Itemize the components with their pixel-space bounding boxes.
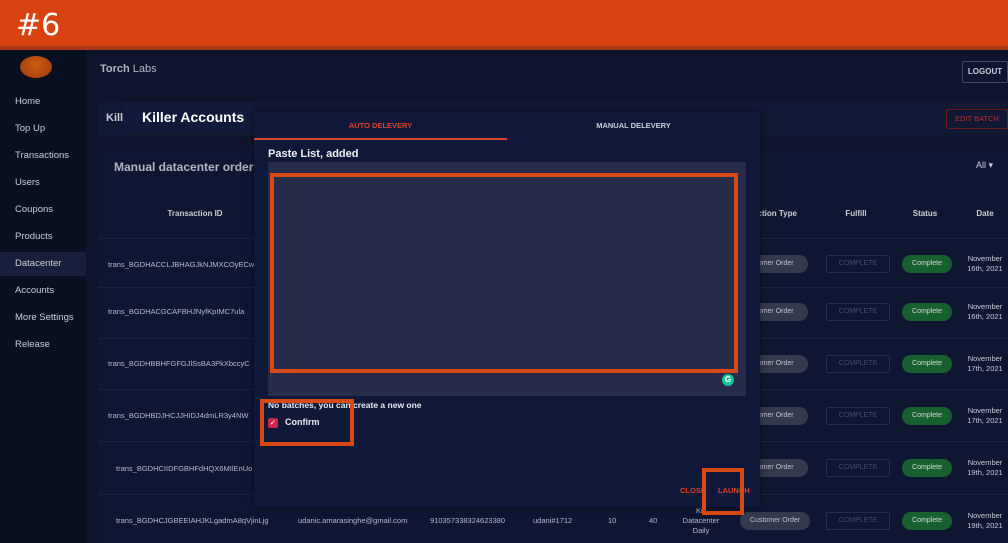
- highlight-paste-area: [270, 173, 738, 373]
- paste-list-label: Paste List, added: [268, 148, 359, 160]
- modal-heading: Killer Accounts: [142, 109, 245, 125]
- step-number: #6: [16, 8, 61, 43]
- tab-manual-delivery[interactable]: MANUAL DELEVERY: [507, 112, 760, 140]
- highlight-launch: [702, 468, 744, 515]
- modal-heading-container: Killer Accounts: [124, 102, 254, 132]
- grammarly-icon[interactable]: G: [722, 374, 734, 386]
- highlight-confirm: [260, 399, 354, 446]
- step-banner: #6: [0, 0, 1008, 48]
- tab-auto-delivery[interactable]: AUTO DELEVERY: [254, 112, 507, 140]
